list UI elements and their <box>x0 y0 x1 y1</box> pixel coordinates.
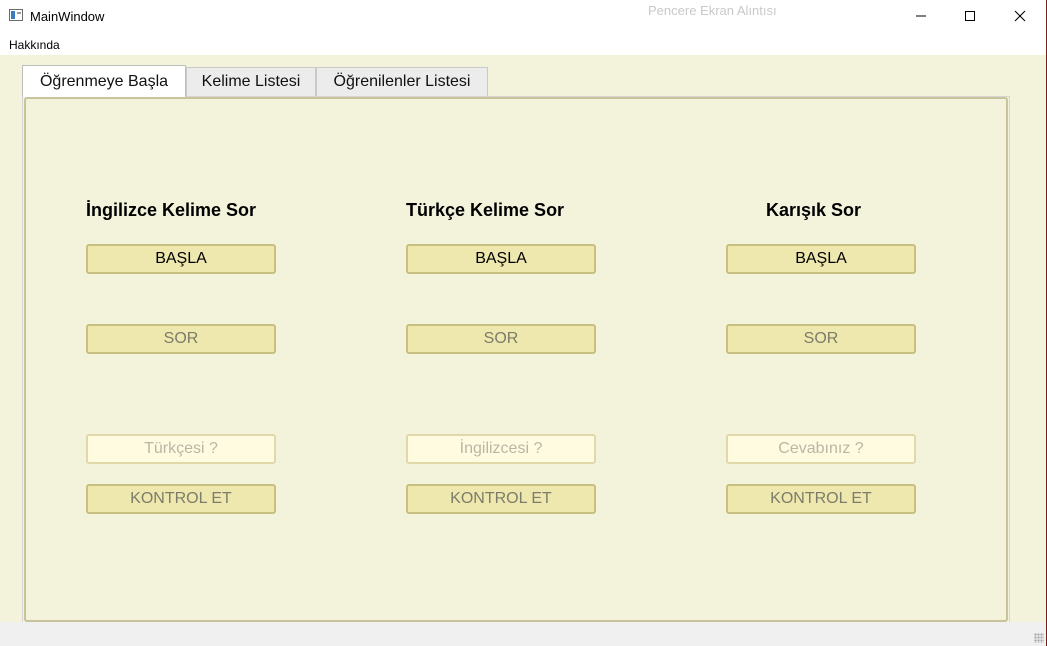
resize-grip-icon[interactable] <box>1034 633 1044 643</box>
english-check-button[interactable]: KONTROL ET <box>86 484 276 514</box>
tab-ogrenmeye-basla[interactable]: Öğrenmeye Başla <box>22 65 186 97</box>
mixed-quiz-title: Karışık Sor <box>766 200 862 220</box>
turkish-word-quiz-title: Türkçe Kelime Sor <box>406 200 565 220</box>
turkish-answer-input[interactable]: İngilizcesi ? <box>406 434 596 464</box>
english-answer-input[interactable]: Türkçesi ? <box>86 434 276 464</box>
turkish-check-button[interactable]: KONTROL ET <box>406 484 596 514</box>
tab-kelime-listesi[interactable]: Kelime Listesi <box>186 67 316 96</box>
mixed-answer-input[interactable]: Cevabınız ? <box>726 434 916 464</box>
minimize-icon <box>916 15 926 17</box>
status-bar <box>0 622 1047 646</box>
turkish-start-button[interactable]: BAŞLA <box>406 244 596 274</box>
english-ask-button[interactable]: SOR <box>86 324 276 354</box>
mixed-start-button[interactable]: BAŞLA <box>726 244 916 274</box>
learning-panel: İngilizce Kelime Sor BAŞLA SOR Türkçesi … <box>24 97 1008 622</box>
minimize-button[interactable] <box>898 0 944 32</box>
background-window-title: Pencere Ekran Alıntısı <box>648 3 777 18</box>
close-button[interactable] <box>997 0 1043 32</box>
mixed-ask-button[interactable]: SOR <box>726 324 916 354</box>
menu-bar: Hakkında <box>0 33 1047 55</box>
window-title: MainWindow <box>30 9 105 24</box>
app-window-icon <box>9 9 23 21</box>
tab-ogrenilenler-listesi[interactable]: Öğrenilenler Listesi <box>316 67 488 96</box>
mixed-check-button[interactable]: KONTROL ET <box>726 484 916 514</box>
turkish-ask-button[interactable]: SOR <box>406 324 596 354</box>
maximize-icon <box>965 11 975 21</box>
english-start-button[interactable]: BAŞLA <box>86 244 276 274</box>
main-client-area: Öğrenmeye Başla Kelime Listesi Öğrenilen… <box>0 55 1047 623</box>
menu-item-hakkinda[interactable]: Hakkında <box>9 38 60 52</box>
title-bar: MainWindow Pencere Ekran Alıntısı <box>0 0 1047 33</box>
english-word-quiz-title: İngilizce Kelime Sor <box>86 200 257 220</box>
maximize-button[interactable] <box>947 0 993 32</box>
close-icon <box>1014 10 1026 22</box>
